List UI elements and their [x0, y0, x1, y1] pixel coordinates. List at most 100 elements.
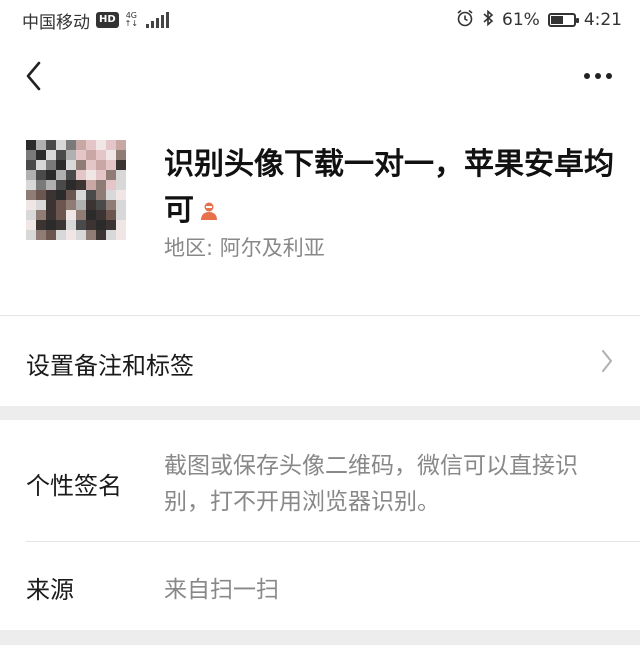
avatar-pixel — [86, 160, 96, 170]
avatar-pixel — [86, 190, 96, 200]
avatar-pixel — [26, 180, 36, 190]
avatar-pixel — [76, 160, 86, 170]
avatar-pixel — [56, 150, 66, 160]
chevron-left-icon — [26, 61, 41, 91]
source-value: 来自扫一扫 — [164, 577, 279, 603]
carrier-name: 中国移动 — [22, 12, 90, 33]
status-left: 中国移动 HD 4G ↑↓ — [22, 8, 170, 33]
bluetooth-icon — [482, 9, 494, 32]
avatar-pixel — [66, 140, 76, 150]
avatar-pixel — [36, 210, 46, 220]
avatar-pixel — [56, 160, 66, 170]
contact-name-block: 识别头像下载一对一，苹果安卓均可 — [164, 142, 624, 235]
avatar-pixel — [66, 170, 76, 180]
avatar-pixel — [56, 200, 66, 210]
avatar-pixel — [56, 210, 66, 220]
signature-row: 个性签名 截图或保存头像二维码，微信可以直接识别，打不开用浏览器识别。 — [0, 420, 640, 540]
avatar-pixel — [106, 190, 116, 200]
status-bar: 中国移动 HD 4G ↑↓ 61% 4:21 — [0, 0, 640, 40]
more-button[interactable] — [578, 54, 618, 98]
avatar[interactable] — [26, 140, 126, 240]
avatar-pixel — [76, 170, 86, 180]
avatar-pixel — [26, 210, 36, 220]
avatar-pixel — [66, 230, 76, 240]
avatar-pixel — [76, 140, 86, 150]
signature-label: 个性签名 — [26, 472, 122, 500]
avatar-pixel — [66, 200, 76, 210]
avatar-pixel — [56, 140, 66, 150]
avatar-pixel — [106, 140, 116, 150]
signal-icon — [146, 12, 170, 28]
avatar-pixel — [36, 160, 46, 170]
avatar-pixel — [106, 210, 116, 220]
battery-icon — [547, 13, 579, 27]
region-label: 地区: — [164, 236, 214, 260]
avatar-pixel — [106, 160, 116, 170]
avatar-pixel — [46, 160, 56, 170]
avatar-pixel — [66, 180, 76, 190]
avatar-pixel — [106, 150, 116, 160]
avatar-pixel — [116, 160, 126, 170]
avatar-pixel — [26, 150, 36, 160]
contact-name: 识别头像下载一对一，苹果安卓均可 — [164, 147, 614, 228]
network-indicator: 4G ↑↓ — [125, 12, 138, 28]
avatar-pixel — [26, 190, 36, 200]
avatar-pixel — [116, 140, 126, 150]
avatar-pixel — [96, 170, 106, 180]
section-gap — [0, 406, 640, 420]
avatar-pixel — [46, 230, 56, 240]
region: 地区: 阿尔及利亚 — [164, 232, 325, 262]
avatar-pixel — [46, 150, 56, 160]
section-gap — [0, 630, 640, 645]
more-dots-icon — [584, 73, 612, 79]
avatar-pixel — [86, 180, 96, 190]
avatar-pixel — [46, 170, 56, 180]
avatar-pixel — [116, 190, 126, 200]
avatar-pixel — [56, 190, 66, 200]
avatar-pixel — [76, 230, 86, 240]
status-right: 61% 4:21 — [456, 9, 622, 32]
avatar-pixel — [36, 150, 46, 160]
alarm-icon — [456, 9, 474, 32]
avatar-pixel — [116, 150, 126, 160]
hd-badge: HD — [96, 12, 119, 28]
avatar-pixel — [76, 150, 86, 160]
avatar-pixel — [76, 200, 86, 210]
avatar-pixel — [66, 160, 76, 170]
avatar-pixel — [116, 180, 126, 190]
source-label: 来源 — [26, 576, 74, 604]
avatar-pixel — [86, 220, 96, 230]
clock-time: 4:21 — [583, 10, 622, 30]
avatar-pixel — [96, 150, 106, 160]
back-button[interactable] — [14, 54, 54, 98]
avatar-pixel — [106, 200, 116, 210]
avatar-pixel — [86, 140, 96, 150]
avatar-pixel — [26, 220, 36, 230]
avatar-pixel — [116, 170, 126, 180]
avatar-pixel — [106, 230, 116, 240]
avatar-pixel — [26, 140, 36, 150]
set-remark-row[interactable]: 设置备注和标签 — [0, 316, 640, 406]
avatar-pixel — [96, 140, 106, 150]
avatar-pixel — [66, 190, 76, 200]
avatar-pixel — [56, 170, 66, 180]
battery-fill — [550, 16, 563, 24]
set-remark-label: 设置备注和标签 — [26, 352, 194, 380]
avatar-pixel — [66, 150, 76, 160]
avatar-pixel — [46, 180, 56, 190]
person-female-icon — [200, 189, 218, 235]
signature-value: 截图或保存头像二维码，微信可以直接识别，打不开用浏览器识别。 — [164, 453, 578, 515]
avatar-pixel — [46, 220, 56, 230]
avatar-pixel — [96, 220, 106, 230]
avatar-pixel — [86, 200, 96, 210]
avatar-pixel — [56, 230, 66, 240]
profile-header: 识别头像下载一对一，苹果安卓均可 地区: 阿尔及利亚 — [0, 120, 640, 315]
avatar-pixel — [76, 180, 86, 190]
avatar-pixel — [56, 220, 66, 230]
avatar-pixel — [96, 200, 106, 210]
avatar-pixel — [36, 170, 46, 180]
avatar-pixel — [36, 180, 46, 190]
avatar-pixel — [96, 190, 106, 200]
avatar-pixel — [36, 140, 46, 150]
avatar-pixel — [46, 200, 56, 210]
